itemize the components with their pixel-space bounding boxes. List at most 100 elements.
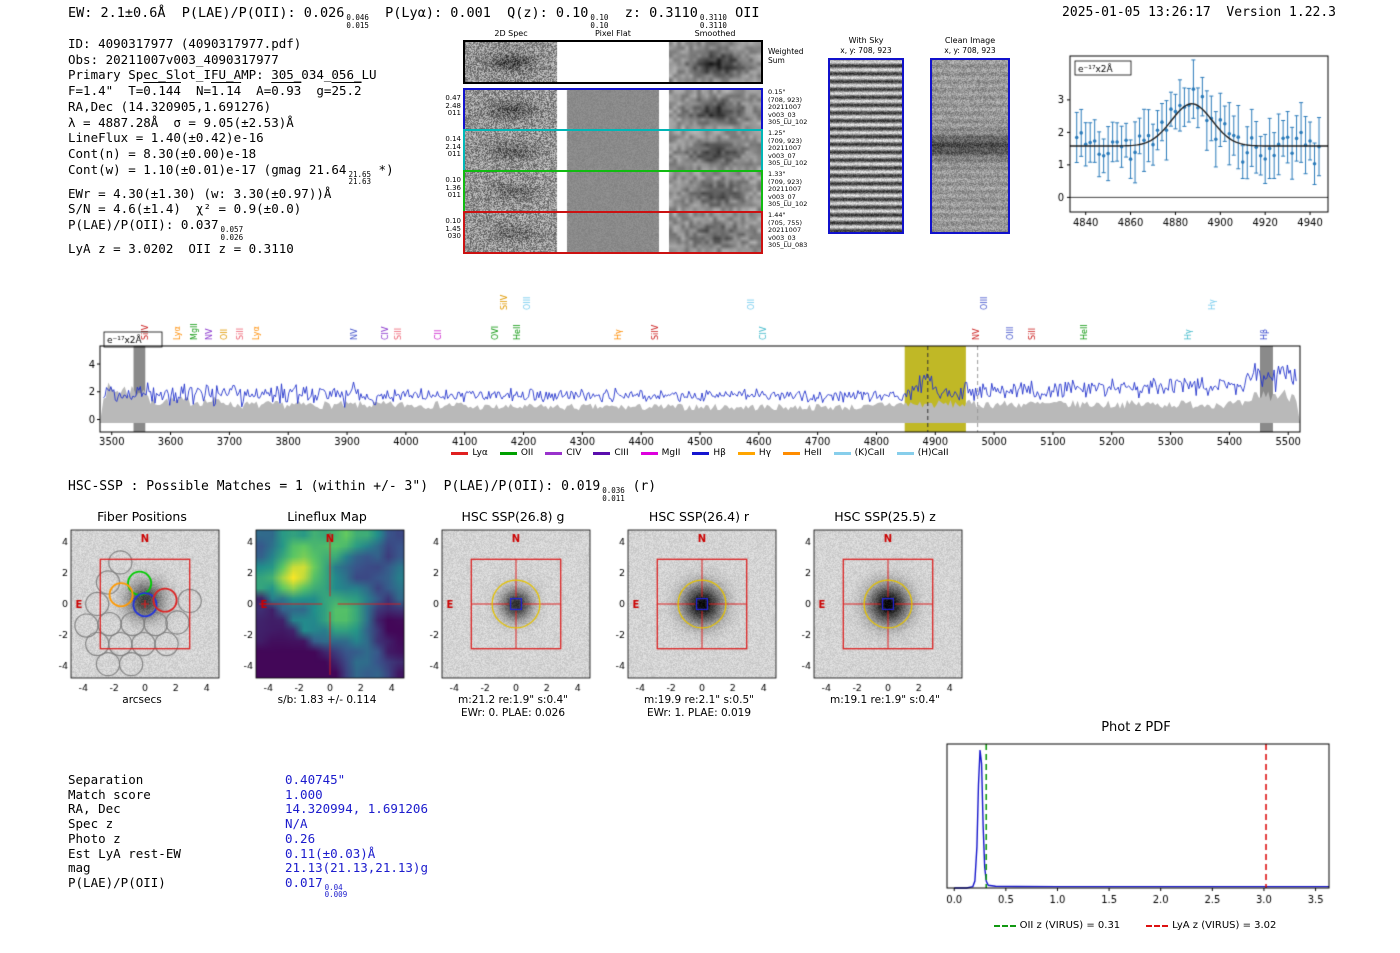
elixer-report-page: EW: 2.1±0.6Å P(LAE)/P(OII): 0.026 0.046 0.… (0, 0, 1400, 953)
legend-label: Lyα (472, 448, 488, 458)
spec2d-row-frame (463, 40, 763, 84)
text-segment: RA,Dec (14.320905,1.691276) (68, 98, 272, 114)
match-value: 0.40745" (285, 772, 346, 788)
catalog-match-table: Separation 0.40745" Match score 1.000 RA, De… (68, 772, 428, 899)
cutout-caption: s/b: 1.83 +/- 0.114 (277, 694, 377, 706)
cutout-canvas (790, 526, 980, 700)
uncertainty-stack: 0.036 0.011 (602, 487, 625, 502)
legend-label: Hβ (713, 448, 726, 458)
photz-legend-swatch (993, 924, 1016, 927)
text-segment: 1.000 (285, 786, 323, 802)
match-value: 21.13(21.13,21.13)g (285, 860, 428, 876)
text-segment: S/N = 4.6(±1.4) χ² = 0.9(±0.0) (68, 201, 302, 217)
legend-label: MgII (661, 448, 681, 458)
text-segment: EW: 2.1±0.6Å P(LAE)/P(OII): 0.026 (68, 5, 345, 21)
with-sky-frame (828, 58, 904, 234)
cutout-canvas (232, 526, 422, 700)
info-line: EWr = 4.30(±1.30) (w: 3.30(±0.97))Å (68, 186, 394, 202)
spec2d-col-header: Smoothed (694, 29, 736, 38)
cutout-caption: EWr: 1. PLAE: 0.019 (646, 707, 752, 719)
legend-label: CIV (566, 448, 582, 458)
text-segment: Cont(n) = 8.30(±0.00)e-18 (68, 145, 257, 161)
info-line: LineFlux = 1.40(±0.42)e-16 (68, 130, 394, 146)
match-row: P(LAE)/P(OII) 0.017 0.04 0.009 (68, 874, 428, 899)
info-line: ID: 4090317977 (4090317977.pdf) (68, 36, 394, 52)
uncertainty-lo: 0.011 (602, 493, 625, 503)
clean-image-frame (930, 58, 1010, 234)
text-segment: (r) (624, 479, 657, 494)
spec2d-row-image (465, 213, 761, 252)
match-value: 14.320994, 1.691206 (285, 802, 428, 817)
match-row: Est LyA rest-EW 0.11(±0.03)Å (68, 846, 428, 862)
text-segment: z: 0.3110 (608, 5, 698, 21)
uncertainty-stack: 0.04 0.009 (325, 884, 348, 899)
legend-swatch (833, 451, 851, 455)
info-line: Primary Spec_Slot_IFU_AMP: 305_034_056_L… (68, 67, 394, 83)
info-line: Cont(n) = 8.30(±0.00)e-18 (68, 146, 394, 162)
photz-pdf-legend: OII z (VIRUS) = 0.31 LyA z (VIRUS) = 3.02 (900, 920, 1370, 931)
legend-item: (K)CaII (833, 448, 885, 458)
spectrum-line-legend: Lyα OII CIV CIII MgII Hβ Hγ HeII (K)CaII (H)CaII (100, 448, 1300, 458)
cutout-caption: EWr: 0. PLAE: 0.026 (460, 707, 566, 719)
legend-swatch (451, 451, 469, 455)
cutout-caption: m:21.2 re:1.9" s:0.4" (458, 694, 568, 706)
uncertainty-lo: 0.10 (590, 20, 609, 30)
info-line: Obs: 20211007v003_4090317977 (68, 52, 394, 68)
text-segment: LyA z = 3.0202 OII z = 0.3110 (68, 241, 294, 257)
legend-item: Hβ (692, 448, 726, 458)
uncertainty-lo: 21.63 (348, 177, 372, 187)
photz-legend-item: OII z (VIRUS) = 0.31 (993, 920, 1120, 931)
text-segment: Obs: 20211007v003_4090317977 (68, 51, 279, 67)
cutout-panel-title: HSC SSP(26.8) g (461, 509, 565, 524)
info-line: S/N = 4.6(±1.4) χ² = 0.9(±0.0) (68, 201, 394, 217)
info-line: F=1.4" T=0.144 N=1.14 A=0.93 g=25.2 (68, 83, 394, 99)
legend-swatch (896, 451, 914, 455)
text-segment: EWr = 4.30(±1.30) (w: 3.30(±0.97))Å (68, 185, 332, 201)
uncertainty-lo: 0.3110 (699, 20, 727, 30)
match-value: 1.000 (285, 786, 323, 803)
clean-image (932, 60, 1008, 232)
cutout-canvas (418, 526, 608, 700)
spec2d-row-left-label: 0.10 1.36 011 (445, 176, 461, 199)
match-row: Spec z N/A (68, 816, 428, 832)
text-segment: 25.2 (331, 83, 362, 99)
text-segment: A= (241, 83, 272, 99)
match-row: RA, Dec 14.320994, 1.691206 (68, 802, 428, 817)
clean-image-coords: x, y: 708, 923 (944, 46, 996, 55)
match-label: P(LAE)/P(OII) (68, 874, 166, 890)
match-label: mag (68, 860, 91, 876)
uncertainty-lo: 0.009 (324, 890, 348, 900)
spec2d-row-right-label: 1.33" (709, 923) 20211007 v003_07 305_LU… (768, 170, 808, 209)
cutout-panel-title: Fiber Positions (97, 509, 187, 524)
spec2d-col-header: Pixel Flat (595, 29, 631, 38)
spec2d-weighted-label: Weighted Sum (768, 47, 804, 65)
photz-pdf-canvas (935, 736, 1337, 912)
text-segment: LineFlux = 1.40(±0.42)e-16 (68, 130, 264, 146)
legend-item: CIII (593, 448, 629, 458)
text-segment: λ = 4887.28Å σ = 9.05(±2.53)Å (68, 114, 294, 130)
cutout-caption: arcsecs (122, 694, 162, 706)
cutout-canvas (47, 526, 237, 700)
info-line: P(LAE)/P(OII): 0.037 0.057 0.026 (68, 217, 394, 241)
match-value: N/A (285, 816, 308, 832)
clean-image-title: Clean Image (944, 36, 996, 45)
text-segment: 0.40745" (285, 772, 346, 787)
uncertainty-stack: 0.057 0.026 (221, 226, 244, 241)
info-line: RA,Dec (14.320905,1.691276) (68, 99, 394, 115)
cutout-panel-title: Lineflux Map (287, 509, 367, 524)
text-segment: *) (371, 161, 394, 177)
spec2d-row-right-label: 1.25" (709, 923) 20211007 v003_07 305_LU… (768, 129, 808, 168)
match-label: Spec z (68, 816, 114, 832)
text-segment: 0.144 (143, 83, 181, 99)
timestamp-text: 2025-01-05 13:26:17 (1062, 5, 1211, 20)
text-segment: 21.13(21.13,21.13)g (285, 860, 428, 876)
info-line: λ = 4887.28Å σ = 9.05(±2.53)Å (68, 115, 394, 131)
spec2d-row-frame (463, 170, 763, 213)
cutout-canvas (604, 526, 794, 700)
match-row: Photo z 0.26 (68, 830, 428, 847)
text-segment: 0.26 (285, 830, 316, 846)
legend-swatch (545, 451, 563, 455)
spec2d-row-frame (463, 88, 763, 131)
full-spectrum-canvas (80, 256, 1320, 456)
uncertainty-stack: 0.10 0.10 (590, 14, 608, 29)
